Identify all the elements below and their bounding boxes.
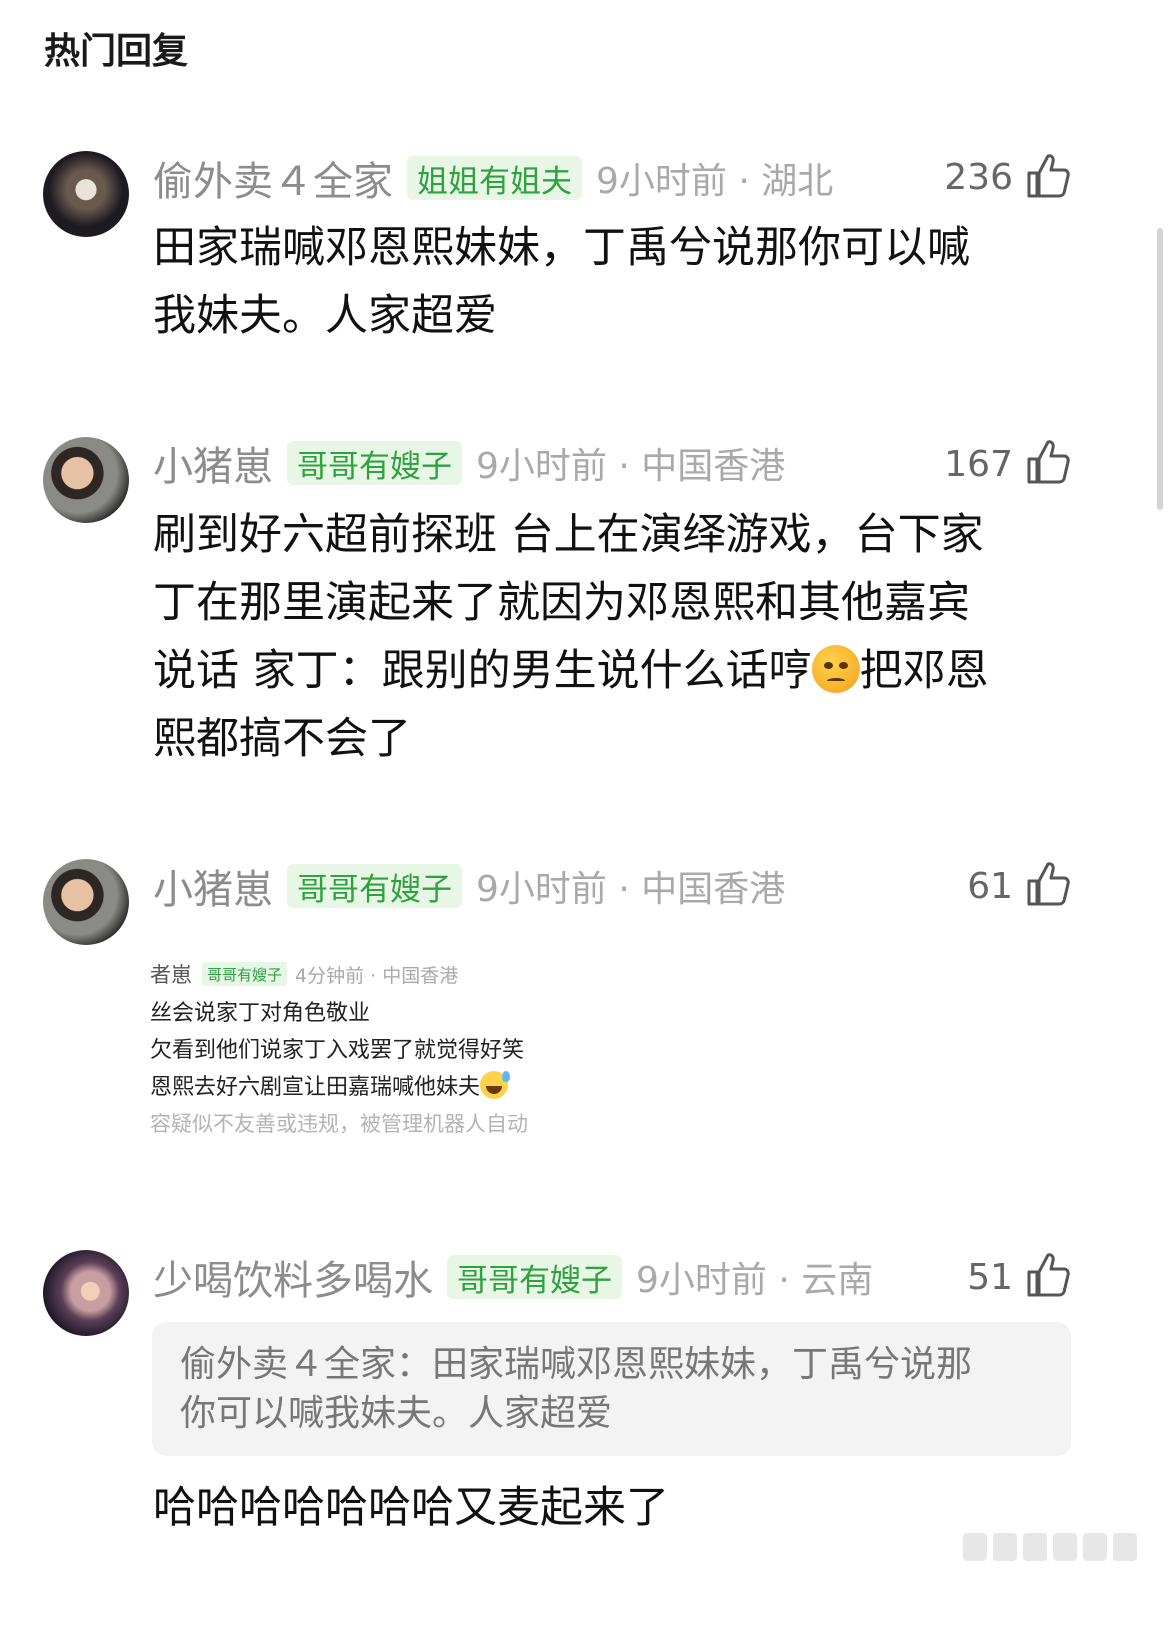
like-count: 167: [944, 444, 1013, 485]
scrollbar[interactable]: [1157, 228, 1163, 510]
watermark-mark: [993, 1533, 1017, 1561]
sweat-smile-emoji: [480, 1071, 511, 1099]
thumbs-up-icon[interactable]: [1025, 860, 1071, 908]
comment-line-part: 说话 家丁：跟别的男生说什么话哼: [153, 646, 812, 696]
thumbs-up-icon[interactable]: [1025, 438, 1071, 486]
fan-badge[interactable]: 哥哥有嫂子: [447, 1255, 622, 1299]
comment-meta: 9小时前 · 湖北: [596, 161, 834, 202]
watermark-mark: [1083, 1533, 1107, 1561]
quoted-comment[interactable]: 偷外卖４全家：田家瑞喊邓恩熙妹妹，丁禹兮说那 你可以喊我妹夫。人家超爱: [152, 1322, 1071, 1456]
comment-meta: 9小时前 · 中国香港: [476, 869, 786, 910]
avatar[interactable]: [43, 1250, 129, 1336]
avatar[interactable]: [43, 437, 129, 523]
embedded-line: 恩熙去好六剧宣让田嘉瑞喊他妹夫: [150, 1069, 630, 1106]
comment-meta: 9小时前 · 中国香港: [476, 446, 786, 487]
fan-badge[interactable]: 哥哥有嫂子: [287, 441, 462, 485]
comment-line: 说话 家丁：跟别的男生说什么话哼 把邓恩: [153, 637, 1083, 705]
embedded-line: 丝会说家丁对角色敬业: [150, 1001, 371, 1026]
thumbs-up-icon[interactable]: [1025, 152, 1071, 200]
avatar[interactable]: [43, 859, 129, 945]
comment-header: 偷外卖４全家 姐姐有姐夫 9小时前 · 湖北: [153, 153, 834, 205]
comment-line-part: 把邓恩: [859, 646, 989, 696]
comment-header: 小猪崽 哥哥有嫂子 9小时前 · 中国香港: [153, 861, 786, 913]
watermark-mark: [1113, 1533, 1137, 1561]
username[interactable]: 小猪崽: [153, 434, 273, 492]
comment-line: 丁在那里演起来了就因为邓恩熙和其他嘉宾: [153, 578, 970, 628]
quote-line: 偷外卖４全家：田家瑞喊邓恩熙妹妹，丁禹兮说那: [180, 1344, 973, 1385]
comment-line: 田家瑞喊邓恩熙妹妹，丁禹兮说那你可以喊: [153, 223, 970, 273]
comment-line: 刷到好六超前探班 台上在演绎游戏，台下家: [153, 510, 984, 560]
username[interactable]: 少喝饮料多喝水: [153, 1248, 433, 1306]
username[interactable]: 偷外卖４全家: [153, 149, 393, 207]
embedded-meta: 4分钟前 · 中国香港: [295, 964, 459, 987]
watermark-mark: [963, 1533, 987, 1561]
comment-text: 田家瑞喊邓恩熙妹妹，丁禹兮说那你可以喊 我妹夫。人家超爱: [153, 214, 1083, 350]
embedded-badge: 哥哥有嫂子: [202, 962, 288, 986]
like-count: 51: [967, 1257, 1013, 1298]
embedded-line: 欠看到他们说家丁入戏罢了就觉得好笑: [150, 1038, 525, 1063]
watermark: [897, 1530, 1137, 1564]
fan-badge[interactable]: 姐姐有姐夫: [407, 156, 582, 200]
avatar[interactable]: [43, 151, 129, 237]
comment-text: 刷到好六超前探班 台上在演绎游戏，台下家 丁在那里演起来了就因为邓恩熙和其他嘉宾…: [153, 501, 1083, 773]
username[interactable]: 小猪崽: [153, 857, 273, 915]
fan-badge[interactable]: 哥哥有嫂子: [287, 864, 462, 908]
section-title: 热门回复: [44, 31, 189, 72]
like-count: 61: [967, 866, 1013, 907]
comment-line: 我妹夫。人家超爱: [153, 291, 497, 341]
comment-header: 小猪崽 哥哥有嫂子 9小时前 · 中国香港: [153, 438, 786, 490]
embedded-header: 者崽 哥哥有嫂子 4分钟前 · 中国香港: [150, 958, 630, 990]
embedded-screenshot[interactable]: 者崽 哥哥有嫂子 4分钟前 · 中国香港 丝会说家丁对角色敬业 欠看到他们说家丁…: [150, 958, 630, 1143]
hot-replies-page: 热门回复 偷外卖４全家 姐姐有姐夫 9小时前 · 湖北 236 田家瑞喊邓恩熙妹…: [0, 0, 1169, 1647]
watermark-mark: [1023, 1533, 1047, 1561]
embedded-username: 者崽: [150, 963, 192, 987]
thumbs-up-icon[interactable]: [1025, 1251, 1071, 1299]
comment-header: 少喝饮料多喝水 哥哥有嫂子 9小时前 · 云南: [153, 1252, 874, 1304]
embedded-line-part: 恩熙去好六剧宣让田嘉瑞喊他妹夫: [150, 1075, 481, 1100]
embedded-notice: 容疑似不友善或违规，被管理机器人自动: [150, 1112, 528, 1136]
watermark-mark: [1053, 1533, 1077, 1561]
like-count: 236: [944, 157, 1013, 198]
angry-face-emoji: [811, 645, 860, 693]
comment-meta: 9小时前 · 云南: [636, 1260, 874, 1301]
comment-line: 熙都搞不会了: [153, 714, 411, 764]
comment-text: 哈哈哈哈哈哈哈又麦起来了: [153, 1483, 669, 1533]
quote-line: 你可以喊我妹夫。人家超爱: [180, 1393, 613, 1434]
